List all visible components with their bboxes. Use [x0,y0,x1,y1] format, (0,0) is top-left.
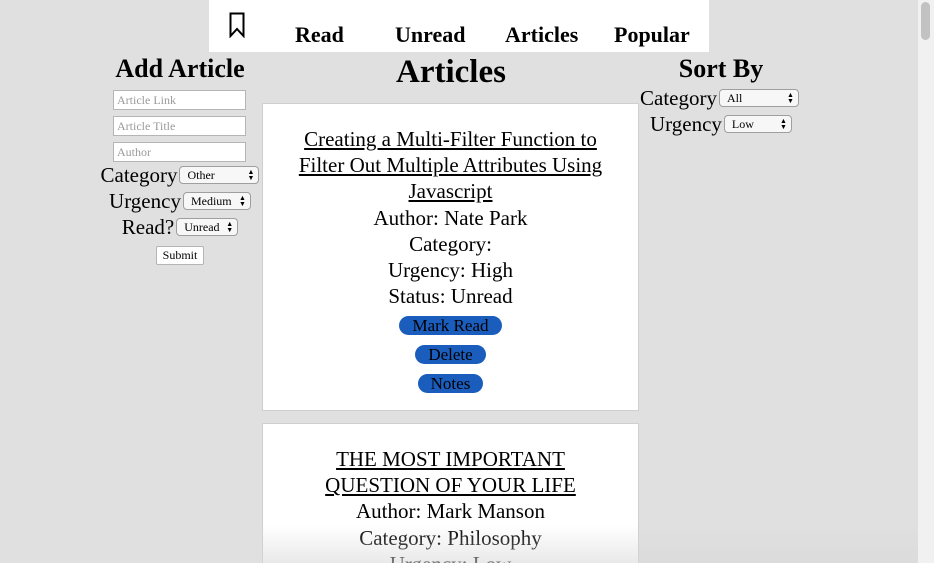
article-card: THE MOST IMPORTANT QUESTION OF YOUR LIFE… [262,423,639,563]
article-title-link[interactable]: Creating a Multi-Filter Function to Filt… [263,126,638,205]
read-select[interactable]: Unread ▲ ▼ [176,218,239,236]
articles-heading: Articles [396,54,506,90]
read-select-value: Unread [184,219,220,234]
article-author: Author: Mark Manson [356,499,545,524]
category-label: Category [100,163,178,187]
sort-urgency-label: Urgency [650,112,722,136]
sort-category-label: Category [640,86,717,110]
sort-by-title: Sort By [678,54,764,83]
article-urgency: Urgency: Low [263,551,638,563]
nav-unread-link[interactable]: Unread [395,22,466,48]
article-urgency: Urgency: High [387,258,513,283]
article-title-input[interactable] [113,116,246,136]
sort-urgency-select[interactable]: Low ▲ ▼ [723,115,792,133]
chevron-updown-icon: ▲ ▼ [787,91,794,105]
nav-read-link[interactable]: Read [295,22,344,48]
notes-button[interactable]: Notes [417,374,484,394]
category-select-value: Other [187,167,215,182]
category-row: Category Other ▲ ▼ [96,162,264,188]
urgency-select-value: Medium [190,193,232,208]
sort-urgency-value: Low [731,116,754,131]
vertical-scrollbar[interactable] [918,0,934,563]
article-link-input[interactable] [113,90,246,110]
sort-category-value: All [726,90,743,105]
bookmark-icon[interactable] [229,12,245,38]
read-label: Read? [121,215,175,239]
mark-read-wrap: Mark Read [263,312,638,338]
sort-urgency-row: Urgency Low ▲ ▼ [640,111,804,137]
article-title-link[interactable]: THE MOST IMPORTANT QUESTION OF YOUR LIFE [263,446,638,498]
urgency-row: Urgency Medium ▲ ▼ [96,188,264,214]
urgency-select[interactable]: Medium ▲ ▼ [182,192,251,210]
chevron-updown-icon: ▲ ▼ [247,168,255,182]
top-nav: Read Unread Articles Popular [209,0,709,52]
sort-category-row: Category All ▲ ▼ [640,85,804,111]
scrollbar-thumb[interactable] [921,2,930,40]
nav-popular-link[interactable]: Popular [614,22,690,48]
category-select[interactable]: Other ▲ ▼ [179,166,260,184]
submit-button[interactable]: Submit [155,246,205,265]
article-status: Status: Unread [388,284,513,309]
article-category: Category: Philosophy [359,525,542,550]
mark-read-button[interactable]: Mark Read [399,316,502,336]
chevron-updown-icon: ▲ ▼ [239,194,246,208]
article-author: Author: Nate Park [373,205,528,230]
author-input[interactable] [113,142,246,162]
add-article-panel: Add Article Category Other ▲▼ Urgency Me… [96,54,264,265]
delete-button[interactable]: Delete [415,345,486,365]
urgency-label: Urgency [109,189,181,213]
notes-wrap: Notes [263,370,638,396]
article-card: Creating a Multi-Filter Function to Filt… [262,103,639,411]
page: Read Unread Articles Popular Add Article… [0,0,934,563]
add-article-title: Add Article [115,54,245,83]
article-category: Category: [409,231,492,256]
nav-articles-link[interactable]: Articles [505,22,578,48]
sort-by-panel: Sort By Category All ▲ ▼ Urgency Low ▲ ▼ [640,54,804,137]
delete-wrap: Delete [263,341,638,367]
sort-category-select[interactable]: All ▲ ▼ [718,89,799,107]
chevron-updown-icon: ▲ ▼ [226,220,234,234]
chevron-updown-icon: ▲ ▼ [779,117,787,131]
read-row: Read? Unread ▲ ▼ [96,214,264,240]
